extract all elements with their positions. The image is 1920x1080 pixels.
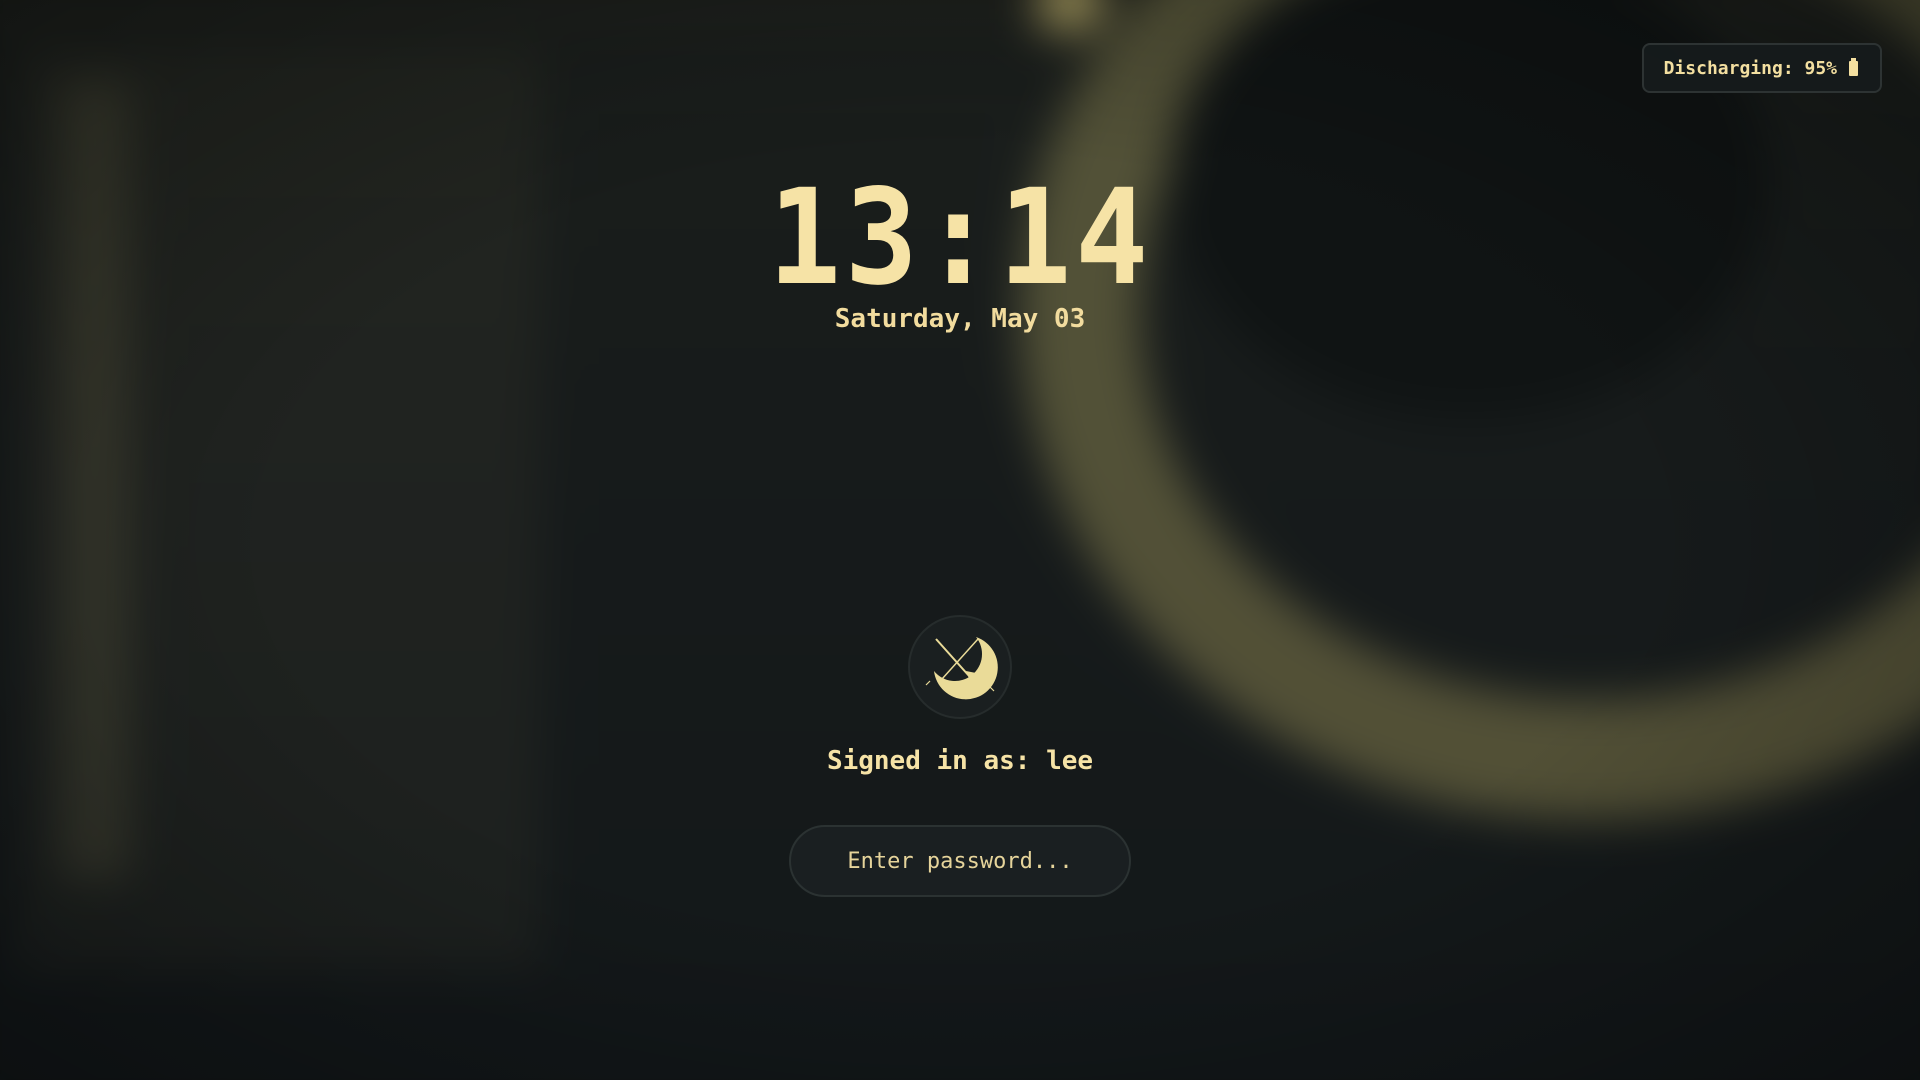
crescent-moon-avatar-icon xyxy=(925,637,998,700)
password-input[interactable] xyxy=(789,825,1131,897)
avatar xyxy=(908,615,1012,719)
battery-status: Discharging: 95% xyxy=(1641,43,1882,93)
battery-icon xyxy=(1849,57,1858,76)
signed-in-label: Signed in as: lee xyxy=(826,746,1094,776)
battery-label: Discharging: 95% xyxy=(1663,57,1837,79)
clock-date: Saturday, May 03 xyxy=(834,304,1086,334)
clock-time: 13:14 xyxy=(768,161,1152,315)
lock-screen: Discharging: 95% 13:14 Saturday, May 03 … xyxy=(0,0,1920,1080)
